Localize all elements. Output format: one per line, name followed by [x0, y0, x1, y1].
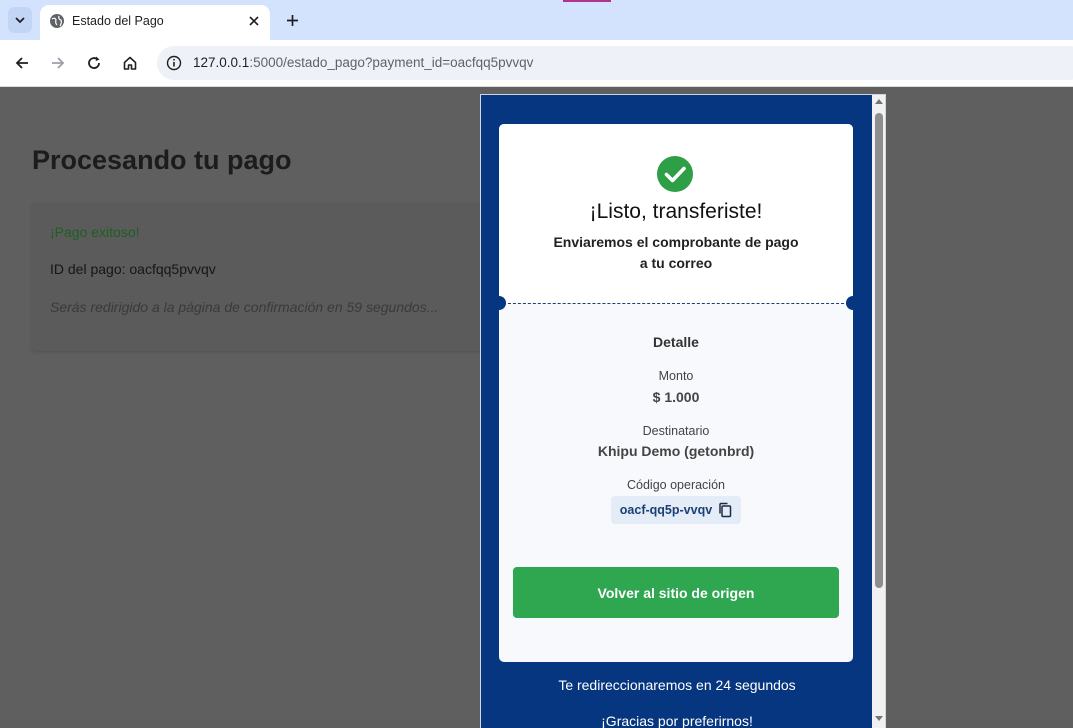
tab-close-button[interactable]: [246, 13, 262, 29]
url-host: 127.0.0.1: [193, 55, 250, 70]
back-button[interactable]: [11, 52, 33, 74]
amount-label: Monto: [658, 369, 694, 383]
site-info-button[interactable]: [164, 53, 184, 73]
browser-toolbar: 127.0.0.1:5000/estado_pago?payment_id=oa…: [0, 40, 1073, 87]
info-icon: [166, 55, 182, 71]
reload-icon: [88, 56, 100, 69]
scroll-thumb[interactable]: [875, 113, 883, 588]
back-arrow-icon: [15, 57, 28, 69]
copy-icon[interactable]: [718, 502, 732, 518]
url-text[interactable]: 127.0.0.1:5000/estado_pago?payment_id=oa…: [193, 55, 533, 70]
operation-code-label: Código operación: [627, 478, 725, 492]
receipt-subtitle-line2: a tu correo: [639, 255, 713, 271]
home-button[interactable]: [119, 52, 141, 74]
tab-strip: Estado del Pago: [0, 0, 1073, 40]
amount-value: $ 1.000: [652, 389, 700, 405]
payment-modal: ¡Listo, transferiste! Enviaremos el comp…: [480, 94, 886, 728]
tab-estado-del-pago[interactable]: Estado del Pago: [40, 5, 270, 40]
forward-button[interactable]: [47, 52, 69, 74]
receipt-notch-right: [846, 296, 853, 310]
payment-id-text: ID del pago: oacfqq5pvvqv: [50, 261, 216, 277]
operation-code-chip[interactable]: oacf-qq5p-vvqv: [611, 496, 741, 524]
back-to-origin-button[interactable]: Volver al sitio de origen: [513, 567, 839, 618]
page-title: Procesando tu pago: [32, 145, 292, 175]
receipt-subtitle-line1: Enviaremos el comprobante de pago: [553, 234, 799, 250]
payment-status-card: ¡Pago exitoso! ID del pago: oacfqq5pvvqv…: [32, 203, 502, 351]
receipt-divider: [503, 303, 849, 304]
operation-code-value: oacf-qq5p-vvqv: [619, 503, 713, 517]
forward-arrow-icon: [52, 57, 65, 69]
tab-group-accent: [563, 0, 611, 2]
close-icon: [249, 16, 259, 26]
receipt-title: ¡Listo, transferiste!: [589, 200, 763, 223]
address-bar[interactable]: 127.0.0.1:5000/estado_pago?payment_id=oa…: [157, 46, 1073, 80]
detail-heading: Detalle: [653, 334, 699, 350]
scroll-down-arrow-icon[interactable]: [875, 716, 883, 721]
plus-icon: [286, 14, 298, 26]
url-path: :5000/estado_pago?payment_id=oacfqq5pvvq…: [249, 55, 534, 70]
recipient-value: Khipu Demo (getonbrd): [597, 443, 755, 459]
scroll-up-arrow-icon[interactable]: [875, 99, 883, 104]
status-success-text: ¡Pago exitoso!: [50, 224, 140, 240]
tab-search-button[interactable]: [8, 7, 32, 33]
chevron-down-icon: [15, 17, 25, 24]
home-icon: [123, 56, 137, 70]
tab-title: Estado del Pago: [72, 14, 164, 28]
redirect-notice: Serás redirigido a la página de confirma…: [50, 299, 439, 315]
receipt-card: ¡Listo, transferiste! Enviaremos el comp…: [499, 124, 853, 662]
check-circle-icon: [657, 156, 693, 192]
reload-button[interactable]: [83, 52, 105, 74]
modal-scrollbar[interactable]: [872, 95, 885, 728]
recipient-label: Destinatario: [642, 424, 710, 438]
modal-thanks-text: ¡Gracias por preferirnos!: [601, 713, 753, 728]
modal-redirect-text: Te redireccionaremos en 24 segundos: [558, 677, 796, 693]
new-tab-button[interactable]: [282, 10, 302, 30]
globe-icon: [50, 14, 64, 28]
receipt-subtitle: Enviaremos el comprobante de pago a tu c…: [499, 232, 853, 274]
receipt-header: ¡Listo, transferiste! Enviaremos el comp…: [499, 124, 853, 303]
